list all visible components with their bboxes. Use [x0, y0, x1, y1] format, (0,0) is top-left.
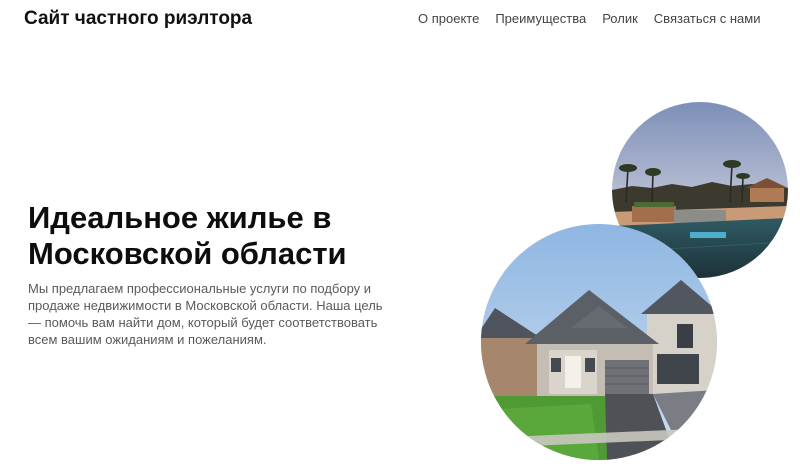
nav-link-video[interactable]: Ролик — [602, 11, 638, 26]
site-logo[interactable]: Сайт частного риэлтора — [24, 8, 252, 30]
nav-link-contact[interactable]: Связаться с нами — [654, 11, 761, 26]
hero-description: Мы предлагаем профессиональные услуги по… — [28, 281, 383, 347]
nav-link-about[interactable]: О проекте — [418, 11, 479, 26]
house-photo — [481, 224, 717, 460]
main-nav: О проекте Преимущества Ролик Связаться с… — [418, 11, 761, 26]
site-header: Сайт частного риэлтора О проекте Преимущ… — [0, 0, 800, 40]
hero-title: Идеальное жилье в Московской области — [28, 200, 347, 271]
nav-link-advantages[interactable]: Преимущества — [495, 11, 586, 26]
